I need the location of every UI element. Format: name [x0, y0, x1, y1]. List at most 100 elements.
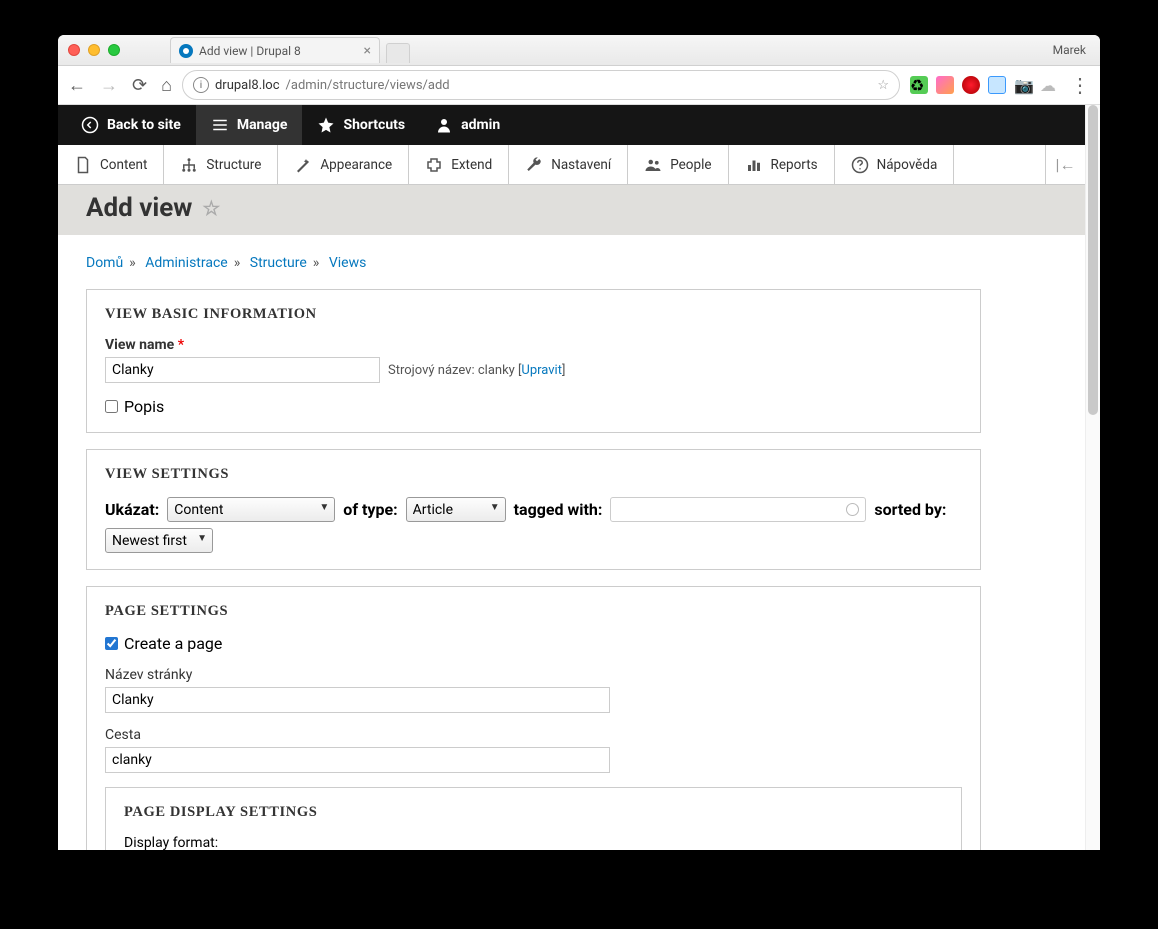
admin-menu: Content Structure Appearance Extend Nast… — [58, 145, 1085, 185]
page-display-settings-title: PAGE DISPLAY SETTINGS — [124, 804, 943, 821]
menu-extend-label: Extend — [451, 157, 492, 173]
tabstrip: Add view | Drupal 8 × — [170, 37, 410, 63]
menu-appearance-label: Appearance — [320, 157, 392, 173]
breadcrumb: Domů» Administrace» Structure» Views — [86, 255, 1057, 271]
path-label: Cesta — [105, 727, 962, 743]
window-controls — [68, 44, 120, 56]
people-icon — [644, 156, 662, 174]
toolbar-collapse-icon[interactable]: |← — [1045, 145, 1085, 184]
page-name-input[interactable] — [105, 687, 610, 713]
menu-extend[interactable]: Extend — [409, 145, 509, 184]
tagged-with-input[interactable] — [610, 497, 866, 522]
back-to-site-label: Back to site — [107, 117, 181, 133]
menu-settings[interactable]: Nastavení — [509, 145, 628, 184]
browser-tab[interactable]: Add view | Drupal 8 × — [170, 37, 380, 63]
wrench-icon — [525, 156, 543, 174]
page-settings-title: PAGE SETTINGS — [105, 603, 962, 620]
page-header: Add view ☆ — [58, 185, 1085, 235]
menu-people-label: People — [670, 157, 711, 173]
zoom-window-icon[interactable] — [108, 44, 120, 56]
forward-icon[interactable]: → — [100, 75, 118, 96]
crumb-structure[interactable]: Structure — [250, 255, 307, 271]
tab-close-icon[interactable]: × — [364, 43, 371, 59]
show-select[interactable]: Content — [167, 497, 335, 522]
ext-opera-icon[interactable] — [962, 76, 980, 94]
puzzle-icon — [425, 156, 443, 174]
view-settings-fieldset: VIEW SETTINGS Ukázat: Content of type: A… — [86, 449, 981, 570]
popis-label: Popis — [124, 397, 164, 416]
reload-icon[interactable]: ⟳ — [132, 75, 147, 96]
view-name-label: View name * — [105, 337, 962, 353]
menu-structure-label: Structure — [206, 157, 261, 173]
close-window-icon[interactable] — [68, 44, 80, 56]
ext-pink-icon[interactable] — [936, 76, 954, 94]
machine-name-edit-link[interactable]: Upravit — [521, 363, 562, 378]
sorted-by-select[interactable]: Newest first — [105, 528, 213, 553]
arrow-left-circle-icon — [81, 116, 99, 134]
url-host: drupal8.loc — [215, 78, 280, 93]
site-info-icon[interactable]: i — [193, 77, 209, 93]
crumb-views[interactable]: Views — [329, 255, 367, 271]
create-page-label: Create a page — [124, 634, 222, 653]
menu-help-label: Nápověda — [877, 157, 938, 173]
crumb-home[interactable]: Domů — [86, 255, 123, 271]
oftype-label: of type: — [343, 500, 397, 519]
bookmark-star-icon[interactable]: ☆ — [877, 78, 889, 93]
minimize-window-icon[interactable] — [88, 44, 100, 56]
admin-label: admin — [461, 117, 500, 133]
shortcuts-link[interactable]: Shortcuts — [302, 105, 420, 145]
crumb-admin[interactable]: Administrace — [145, 255, 228, 271]
star-icon — [317, 116, 335, 134]
user-menu[interactable]: admin — [420, 105, 515, 145]
tagged-label: tagged with: — [514, 500, 603, 519]
menu-people[interactable]: People — [628, 145, 728, 184]
question-circle-icon — [851, 156, 869, 174]
popis-checkbox[interactable] — [105, 400, 118, 413]
sorted-label: sorted by: — [874, 500, 946, 519]
profile-name[interactable]: Marek — [1053, 43, 1086, 57]
url-path: /admin/structure/views/add — [286, 78, 450, 93]
favicon-icon — [179, 44, 193, 58]
menu-reports[interactable]: Reports — [729, 145, 835, 184]
menu-appearance[interactable]: Appearance — [278, 145, 409, 184]
url-field[interactable]: i drupal8.loc/admin/structure/views/add … — [182, 70, 900, 100]
favorite-star-icon[interactable]: ☆ — [202, 196, 220, 220]
menu-help[interactable]: Nápověda — [835, 145, 955, 184]
ext-recycle-icon[interactable]: ♻ — [910, 76, 928, 94]
oftype-select[interactable]: Article — [406, 497, 506, 522]
show-label: Ukázat: — [105, 500, 159, 519]
browser-menu-icon[interactable]: ⋮ — [1070, 73, 1090, 97]
ext-camera-icon[interactable]: 📷 — [1014, 76, 1032, 94]
user-icon — [435, 116, 453, 134]
document-icon — [74, 156, 92, 174]
hamburger-icon — [211, 116, 229, 134]
home-icon[interactable]: ⌂ — [161, 75, 172, 96]
browser-window: Add view | Drupal 8 × Marek ← → ⟳ ⌂ i dr… — [58, 35, 1100, 850]
ext-blue-icon[interactable] — [988, 76, 1006, 94]
view-name-input[interactable] — [105, 357, 380, 383]
menu-content[interactable]: Content — [58, 145, 164, 184]
manage-link[interactable]: Manage — [196, 105, 303, 145]
menu-reports-label: Reports — [771, 157, 818, 173]
scrollbar-thumb[interactable] — [1088, 105, 1098, 415]
page-body: Domů» Administrace» Structure» Views VIE… — [58, 235, 1085, 850]
menu-content-label: Content — [100, 157, 147, 173]
manage-label: Manage — [237, 117, 288, 133]
wand-icon — [294, 156, 312, 174]
hierarchy-icon — [180, 156, 198, 174]
basic-info-title: VIEW BASIC INFORMATION — [105, 306, 962, 323]
create-page-checkbox[interactable] — [105, 637, 118, 650]
back-icon[interactable]: ← — [68, 75, 86, 96]
extension-icons: ♻ 📷 ☁ ⋮ — [910, 73, 1090, 97]
page-viewport: Back to site Manage Shortcuts — [58, 105, 1100, 850]
view-settings-title: VIEW SETTINGS — [105, 466, 962, 483]
new-tab-button[interactable] — [386, 43, 410, 63]
drupal-toolbar: Back to site Manage Shortcuts — [58, 105, 1085, 145]
ext-cloud-icon[interactable]: ☁ — [1040, 76, 1058, 94]
menu-structure[interactable]: Structure — [164, 145, 278, 184]
back-to-site-link[interactable]: Back to site — [66, 105, 196, 145]
vertical-scrollbar[interactable] — [1085, 105, 1100, 850]
path-input[interactable] — [105, 747, 610, 773]
page-title: Add view ☆ — [86, 193, 1057, 223]
page-settings-fieldset: PAGE SETTINGS Create a page Název stránk… — [86, 586, 981, 850]
